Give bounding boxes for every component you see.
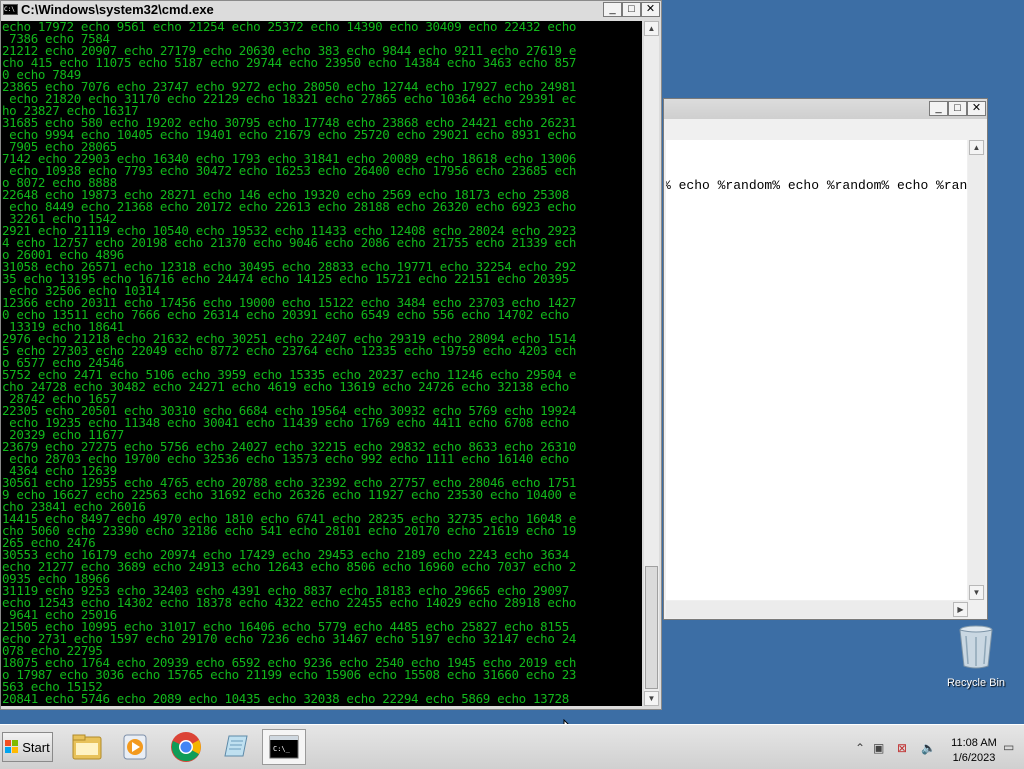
notepad-menubar xyxy=(664,119,987,139)
console-line: cho 415 echo 11075 echo 5187 echo 29744 … xyxy=(2,55,577,70)
console-text: echo 17972 echo 9561 echo 21254 echo 253… xyxy=(2,21,576,705)
resize-grip-icon[interactable] xyxy=(968,601,985,618)
chrome-icon xyxy=(171,732,201,762)
scroll-up-arrow-icon[interactable]: ▲ xyxy=(969,140,984,155)
scroll-right-arrow-icon[interactable]: ▶ xyxy=(953,602,968,617)
action-center-icon[interactable]: ▣ xyxy=(873,741,884,755)
notepad-icon xyxy=(224,735,248,757)
notepad-maximize-button[interactable]: □ xyxy=(948,101,967,116)
volume-icon[interactable]: 🔈 xyxy=(921,741,936,755)
scroll-down-arrow-icon[interactable]: ▼ xyxy=(969,585,984,600)
notepad-vertical-scrollbar[interactable]: ▲ ▼ xyxy=(968,140,985,600)
taskbar-cmd-button[interactable]: C:\_ xyxy=(262,729,306,765)
notepad-text-area[interactable]: % echo %random% echo %random% echo %rand… xyxy=(666,140,967,600)
scroll-up-arrow-icon[interactable]: ▲ xyxy=(644,21,659,36)
recycle-bin-label: Recycle Bin xyxy=(946,677,1006,689)
clock[interactable]: 11:08 AM 1/6/2023 xyxy=(945,736,1003,766)
cmd-window[interactable]: C:\ C:\Windows\system32\cmd.exe _ □ ✕ ec… xyxy=(0,0,662,710)
recycle-bin-icon xyxy=(959,625,993,669)
folder-icon xyxy=(72,734,102,760)
network-icon[interactable]: ⊠ xyxy=(897,741,907,755)
notepad-window[interactable]: _ □ ✕ % echo %random% echo %random% echo… xyxy=(663,98,988,620)
system-tray: ⌃ ▣ ⊠ 🔈 11:08 AM 1/6/2023 ▭ xyxy=(852,729,1024,765)
scroll-down-arrow-icon[interactable]: ▼ xyxy=(644,691,659,706)
cmd-maximize-button[interactable]: □ xyxy=(622,2,641,17)
taskbar-chrome-button[interactable] xyxy=(164,729,208,765)
media-player-icon xyxy=(123,734,147,760)
recycle-bin-desktop-icon[interactable]: Recycle Bin xyxy=(940,624,1012,689)
notepad-titlebar[interactable]: _ □ ✕ xyxy=(664,99,987,119)
notepad-close-button[interactable]: ✕ xyxy=(967,101,986,116)
cmd-window-icon: C:\ xyxy=(3,4,18,15)
taskbar-explorer-button[interactable] xyxy=(65,729,109,765)
notepad-minimize-button[interactable]: _ xyxy=(929,101,948,116)
cmd-minimize-button[interactable]: _ xyxy=(603,2,622,17)
start-button[interactable]: Start xyxy=(2,732,53,762)
clock-date: 1/6/2023 xyxy=(952,752,996,764)
console-output[interactable]: echo 17972 echo 9561 echo 21254 echo 253… xyxy=(1,21,642,706)
taskbar: Start C:\_ ⌃ ▣ ⊠ 🔈 11:08 AM 1/6/2023 ▭ xyxy=(0,724,1024,769)
cmd-window-title: C:\Windows\system32\cmd.exe xyxy=(21,2,214,17)
cmd-titlebar[interactable]: C:\ C:\Windows\system32\cmd.exe _ □ ✕ xyxy=(1,1,661,19)
start-label: Start xyxy=(22,739,50,755)
show-hidden-icons-icon[interactable]: ⌃ xyxy=(855,741,865,755)
cmd-close-button[interactable]: ✕ xyxy=(641,2,660,17)
windows-logo-icon xyxy=(5,740,19,753)
notepad-horizontal-scrollbar[interactable]: ▶ xyxy=(666,601,968,618)
notepad-text: % echo %random% echo %random% echo %rand… xyxy=(666,178,967,193)
taskbar-media-player-button[interactable] xyxy=(113,729,157,765)
taskbar-notepad-button[interactable] xyxy=(213,729,257,765)
show-desktop-icon[interactable]: ▭ xyxy=(1003,740,1014,754)
clock-time: 11:08 AM xyxy=(951,737,997,749)
scrollbar-thumb[interactable] xyxy=(645,566,658,689)
console-line: 20841 echo 5746 echo 2089 echo 10435 ech… xyxy=(2,691,569,706)
cmd-vertical-scrollbar[interactable]: ▲ ▼ xyxy=(644,21,659,706)
svg-text:C:\_: C:\_ xyxy=(273,745,291,753)
cmd-icon: C:\_ xyxy=(269,735,299,759)
